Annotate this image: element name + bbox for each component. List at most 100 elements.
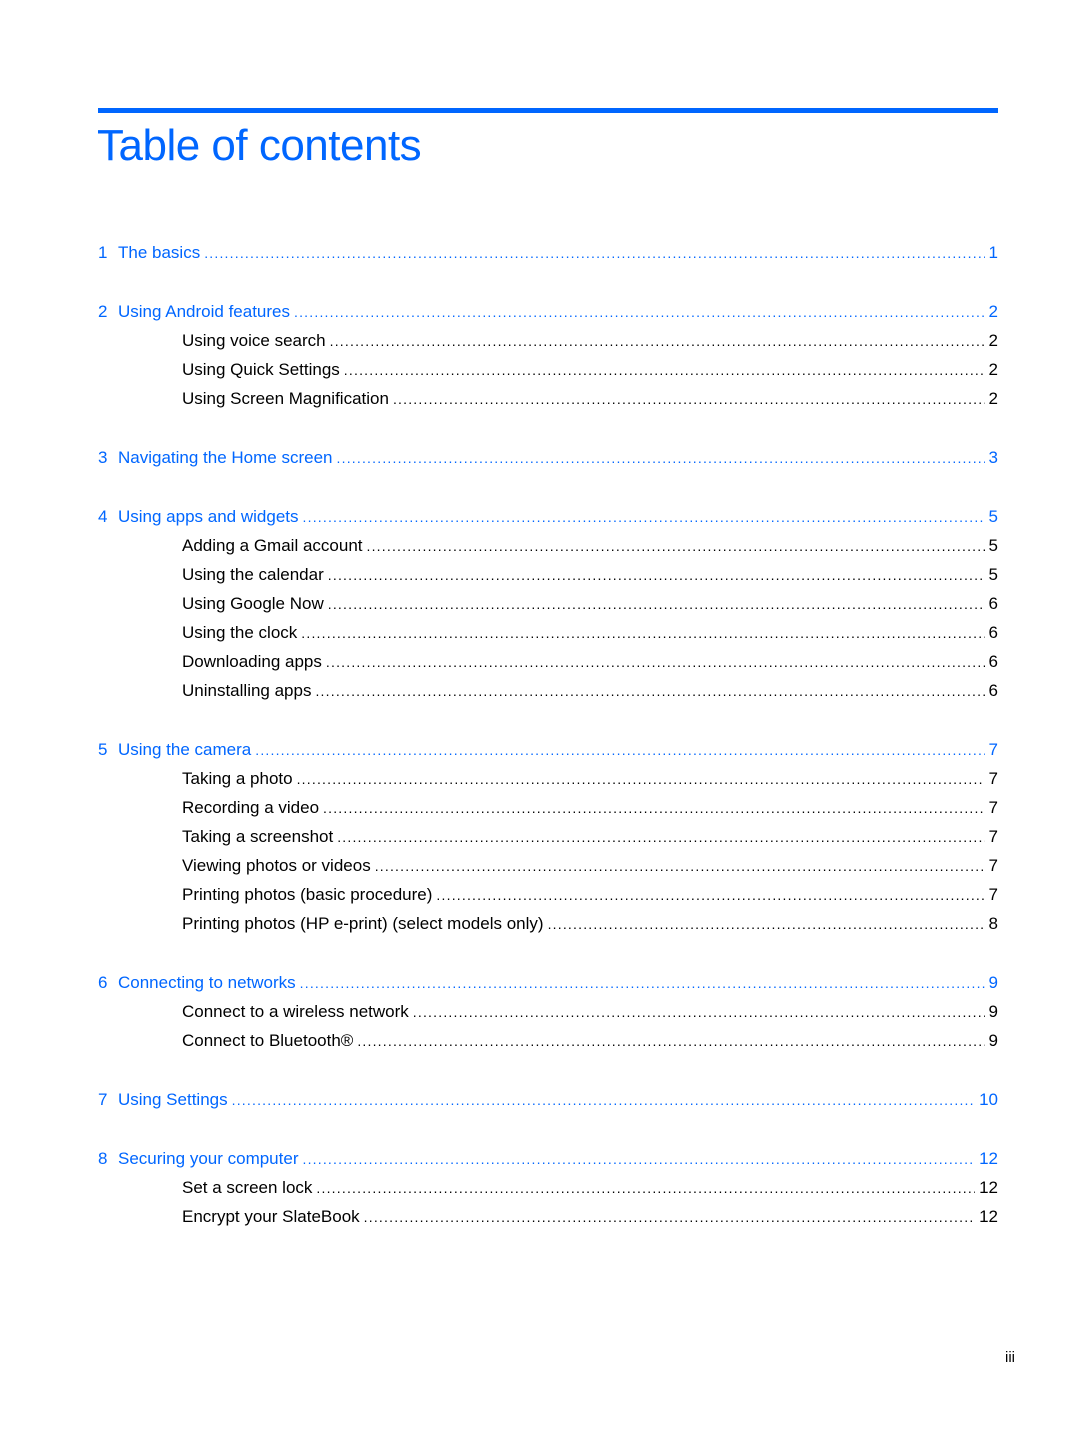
section-title-link[interactable]: Taking a photo — [182, 764, 297, 793]
toc-section-entry[interactable]: Encrypt your SlateBook 12 — [98, 1202, 998, 1231]
toc-section-entry[interactable]: Recording a video 7 — [98, 793, 998, 822]
chapter-title-link[interactable]: Using apps and widgets — [118, 502, 303, 531]
chapter-number: 2 — [98, 302, 108, 321]
section-title-link[interactable]: Encrypt your SlateBook — [182, 1202, 364, 1231]
section-title-link[interactable]: Using the clock — [182, 618, 301, 647]
toc-chapter: 1 The basics 1 — [98, 238, 998, 267]
section-page-link[interactable]: 12 — [975, 1173, 998, 1202]
section-page-link[interactable]: 9 — [985, 1026, 998, 1055]
toc-chapter-entry[interactable]: 6 Connecting to networks 9 — [98, 968, 998, 997]
dot-leader — [297, 765, 985, 793]
toc-chapter-entry[interactable]: 4 Using apps and widgets 5 — [98, 502, 998, 531]
toc-section-entry[interactable]: Using the calendar 5 — [98, 560, 998, 589]
chapter-title-link[interactable]: Securing your computer — [118, 1144, 302, 1173]
chapter-page-link[interactable]: 12 — [975, 1144, 998, 1173]
toc-section-entry[interactable]: Using Screen Magnification 2 — [98, 384, 998, 413]
section-page-link[interactable]: 9 — [985, 997, 998, 1026]
chapter-page-link[interactable]: 3 — [985, 443, 998, 472]
toc-section-entry[interactable]: Viewing photos or videos 7 — [98, 851, 998, 880]
chapter-page-link[interactable]: 7 — [985, 735, 998, 764]
section-page-link[interactable]: 6 — [985, 589, 998, 618]
chapter-page-link[interactable]: 5 — [985, 502, 998, 531]
chapter-page-link[interactable]: 10 — [975, 1085, 998, 1114]
section-page-link[interactable]: 7 — [985, 880, 998, 909]
chapter-page-link[interactable]: 9 — [985, 968, 998, 997]
chapter-title-link[interactable]: The basics — [118, 238, 204, 267]
section-title-link[interactable]: Using Google Now — [182, 589, 328, 618]
section-page-link[interactable]: 6 — [985, 618, 998, 647]
toc-section-entry[interactable]: Connect to Bluetooth® 9 — [98, 1026, 998, 1055]
chapter-title-link[interactable]: Navigating the Home screen — [118, 443, 337, 472]
section-page-link[interactable]: 7 — [985, 822, 998, 851]
chapter-title-link[interactable]: Using the camera — [118, 735, 255, 764]
chapter-page-link[interactable]: 2 — [985, 297, 998, 326]
toc-chapter-entry[interactable]: 8 Securing your computer 12 — [98, 1144, 998, 1173]
section-title-link[interactable]: Using voice search — [182, 326, 330, 355]
toc-section-entry[interactable]: Connect to a wireless network 9 — [98, 997, 998, 1026]
table-of-contents: 1The basics12Using Android features2Usin… — [98, 238, 998, 1261]
dot-leader — [255, 736, 984, 764]
section-title-link[interactable]: Set a screen lock — [182, 1173, 316, 1202]
toc-chapter: 5Using the camera7Taking a photo7Recordi… — [98, 735, 998, 938]
toc-chapter: 8Securing your computer12Set a screen lo… — [98, 1144, 998, 1231]
section-page-link[interactable]: 5 — [985, 531, 998, 560]
toc-section-entry[interactable]: Set a screen lock 12 — [98, 1173, 998, 1202]
section-page-link[interactable]: 2 — [985, 355, 998, 384]
toc-section-entry[interactable]: Printing photos (HP e-print) (select mod… — [98, 909, 998, 938]
toc-section-entry[interactable]: Printing photos (basic procedure) 7 — [98, 880, 998, 909]
toc-section-entry[interactable]: Using Google Now 6 — [98, 589, 998, 618]
dot-leader — [393, 385, 985, 413]
section-page-link[interactable]: 2 — [985, 384, 998, 413]
section-title-link[interactable]: Printing photos (HP e-print) (select mod… — [182, 909, 548, 938]
section-title-link[interactable]: Downloading apps — [182, 647, 326, 676]
toc-chapter-entry[interactable]: 5 Using the camera 7 — [98, 735, 998, 764]
chapter-page-link[interactable]: 1 — [985, 238, 998, 267]
toc-section-entry[interactable]: Using voice search 2 — [98, 326, 998, 355]
section-page-link[interactable]: 2 — [985, 326, 998, 355]
section-title-link[interactable]: Printing photos (basic procedure) — [182, 880, 436, 909]
section-title-link[interactable]: Uninstalling apps — [182, 676, 315, 705]
toc-chapter-entry[interactable]: 1 The basics 1 — [98, 238, 998, 267]
toc-section-entry[interactable]: Uninstalling apps 6 — [98, 676, 998, 705]
toc-chapter-entry[interactable]: 2 Using Android features 2 — [98, 297, 998, 326]
section-page-link[interactable]: 12 — [975, 1202, 998, 1231]
section-title-link[interactable]: Connect to Bluetooth® — [182, 1026, 357, 1055]
chapter-title-link[interactable]: Using Settings — [118, 1085, 232, 1114]
toc-chapter-entry[interactable]: 3 Navigating the Home screen 3 — [98, 443, 998, 472]
section-title-link[interactable]: Viewing photos or videos — [182, 851, 375, 880]
section-page-link[interactable]: 6 — [985, 676, 998, 705]
section-title-link[interactable]: Using Quick Settings — [182, 355, 344, 384]
chapter-number: 4 — [98, 507, 108, 526]
chapter-number: 6 — [98, 973, 108, 992]
toc-section-entry[interactable]: Taking a photo 7 — [98, 764, 998, 793]
section-title-link[interactable]: Connect to a wireless network — [182, 997, 413, 1026]
section-title-link[interactable]: Using Screen Magnification — [182, 384, 393, 413]
section-page-link[interactable]: 5 — [985, 560, 998, 589]
dot-leader — [294, 298, 985, 326]
dot-leader — [413, 998, 985, 1026]
chapter-number: 5 — [98, 740, 108, 759]
section-page-link[interactable]: 7 — [985, 764, 998, 793]
dot-leader — [204, 239, 984, 267]
page-number: iii — [1005, 1349, 1015, 1366]
chapter-title-link[interactable]: Using Android features — [118, 297, 294, 326]
section-title-link[interactable]: Recording a video — [182, 793, 323, 822]
toc-section-entry[interactable]: Downloading apps 6 — [98, 647, 998, 676]
chapter-title-link[interactable]: Connecting to networks — [118, 968, 300, 997]
dot-leader — [344, 356, 985, 384]
toc-section-entry[interactable]: Taking a screenshot 7 — [98, 822, 998, 851]
toc-section-entry[interactable]: Adding a Gmail account 5 — [98, 531, 998, 560]
toc-chapter: 2Using Android features2Using voice sear… — [98, 297, 998, 413]
section-page-link[interactable]: 7 — [985, 793, 998, 822]
section-title-link[interactable]: Adding a Gmail account — [182, 531, 367, 560]
section-title-link[interactable]: Using the calendar — [182, 560, 328, 589]
toc-section-entry[interactable]: Using Quick Settings 2 — [98, 355, 998, 384]
section-title-link[interactable]: Taking a screenshot — [182, 822, 337, 851]
section-page-link[interactable]: 7 — [985, 851, 998, 880]
section-page-link[interactable]: 8 — [985, 909, 998, 938]
section-page-link[interactable]: 6 — [985, 647, 998, 676]
toc-chapter-entry[interactable]: 7 Using Settings 10 — [98, 1085, 998, 1114]
toc-section-entry[interactable]: Using the clock 6 — [98, 618, 998, 647]
dot-leader — [316, 1174, 975, 1202]
dot-leader — [303, 503, 985, 531]
